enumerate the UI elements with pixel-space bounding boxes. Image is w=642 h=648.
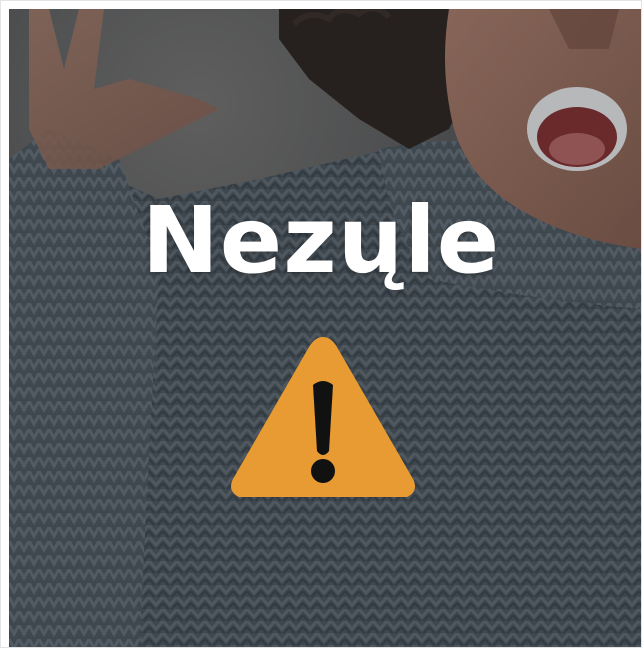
background-photo xyxy=(9,9,641,647)
post-card: Nezųle xyxy=(0,0,642,648)
dark-overlay xyxy=(9,9,641,647)
headline-text: Nezųle xyxy=(141,187,501,294)
warning-triangle-icon xyxy=(227,331,419,501)
